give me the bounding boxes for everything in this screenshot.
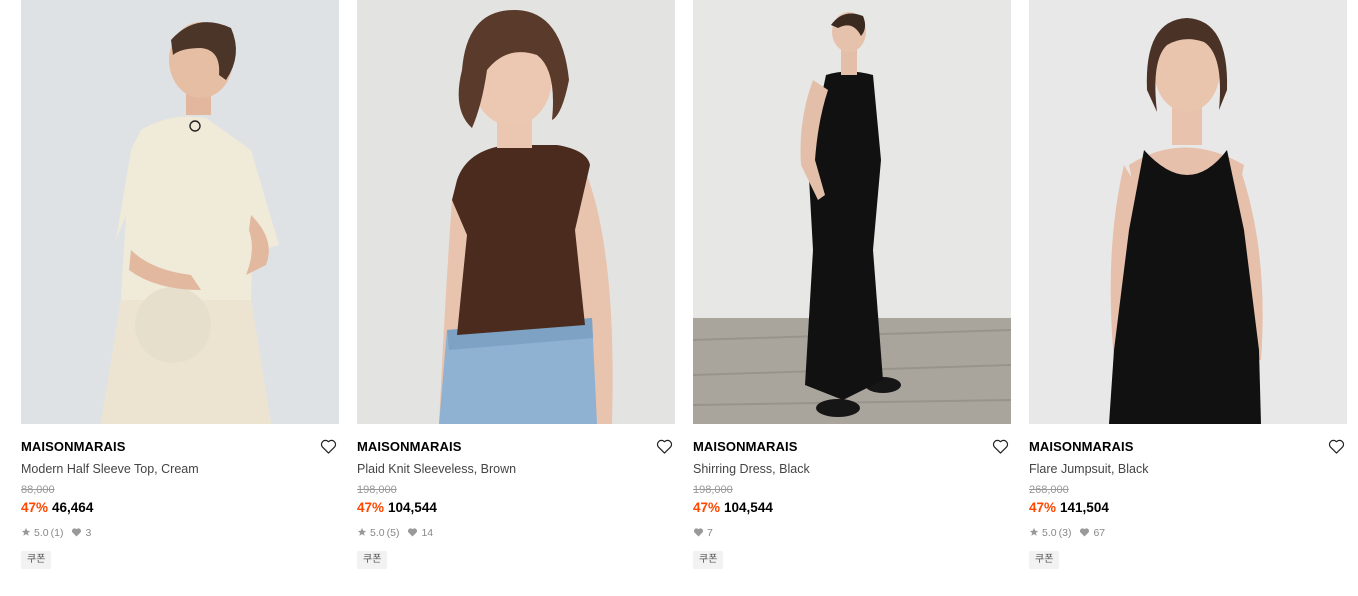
coupon-badge[interactable]: 쿠폰: [357, 551, 388, 569]
price-row: 47% 141,504: [1029, 499, 1347, 517]
product-meta: 5.0 (1) 3: [21, 526, 339, 540]
like-count: 67: [1093, 527, 1106, 539]
likes-group: 67: [1079, 527, 1105, 540]
like-count: 7: [707, 527, 713, 539]
like-count: 14: [421, 527, 434, 539]
rating-score: 5.0: [1042, 527, 1057, 539]
rating-group: 5.0 (1): [21, 527, 63, 540]
product-meta: 7: [693, 526, 1011, 540]
original-price: 198,000: [357, 484, 397, 496]
original-price: 198,000: [693, 484, 733, 496]
product-name[interactable]: Flare Jumpsuit, Black: [1029, 460, 1347, 478]
product-card: MAISONMARAIS Flare Jumpsuit, Black 268,0…: [1029, 0, 1347, 569]
original-price: 88,000: [21, 484, 55, 496]
product-image[interactable]: [357, 0, 675, 424]
rating-group: 5.0 (3): [1029, 527, 1071, 540]
discount-rate: 47%: [357, 500, 385, 515]
review-count: (1): [50, 527, 64, 539]
coupon-badge[interactable]: 쿠폰: [693, 551, 724, 569]
wishlist-heart-icon[interactable]: [991, 437, 1009, 455]
price-row: 47% 104,544: [357, 499, 675, 517]
coupon-badge[interactable]: 쿠폰: [21, 551, 52, 569]
product-card: MAISONMARAIS Modern Half Sleeve Top, Cre…: [21, 0, 339, 569]
rating-score: 5.0: [370, 527, 385, 539]
original-price: 268,000: [1029, 484, 1069, 496]
heart-filled-icon: [1079, 527, 1093, 540]
discount-rate: 47%: [693, 500, 721, 515]
like-count: 3: [85, 527, 92, 539]
sale-price: 141,504: [1060, 500, 1109, 515]
sale-price: 104,544: [724, 500, 773, 515]
discount-rate: 47%: [21, 500, 49, 515]
discount-rate: 47%: [1029, 500, 1057, 515]
star-icon: [21, 527, 34, 540]
brand-name[interactable]: MAISONMARAIS: [693, 439, 797, 454]
brand-name[interactable]: MAISONMARAIS: [357, 439, 461, 454]
product-card: MAISONMARAIS Plaid Knit Sleeveless, Brow…: [357, 0, 675, 569]
review-count: (5): [386, 527, 400, 539]
wishlist-heart-icon[interactable]: [319, 437, 337, 455]
star-icon: [1029, 527, 1042, 540]
likes-group: 3: [71, 527, 91, 540]
rating-score: 5.0: [34, 527, 49, 539]
coupon-badge[interactable]: 쿠폰: [1029, 551, 1060, 569]
wishlist-heart-icon[interactable]: [655, 437, 673, 455]
heart-filled-icon: [71, 527, 85, 540]
product-name[interactable]: Shirring Dress, Black: [693, 460, 1011, 478]
rating-group: 5.0 (5): [357, 527, 399, 540]
product-card: MAISONMARAIS Shirring Dress, Black 198,0…: [693, 0, 1011, 569]
star-icon: [357, 527, 370, 540]
product-meta: 5.0 (5) 14: [357, 526, 675, 540]
review-count: (3): [1058, 527, 1072, 539]
product-name[interactable]: Plaid Knit Sleeveless, Brown: [357, 460, 675, 478]
brand-name[interactable]: MAISONMARAIS: [1029, 439, 1133, 454]
likes-group: 7: [693, 527, 713, 540]
price-row: 47% 104,544: [693, 499, 1011, 517]
wishlist-heart-icon[interactable]: [1327, 437, 1345, 455]
product-name[interactable]: Modern Half Sleeve Top, Cream: [21, 460, 339, 478]
product-meta: 5.0 (3) 67: [1029, 526, 1347, 540]
price-row: 47% 46,464: [21, 499, 339, 517]
heart-filled-icon: [407, 527, 421, 540]
heart-filled-icon: [693, 527, 707, 540]
product-image[interactable]: [693, 0, 1011, 424]
likes-group: 14: [407, 527, 433, 540]
product-image[interactable]: [21, 0, 339, 424]
sale-price: 46,464: [52, 500, 94, 515]
brand-name[interactable]: MAISONMARAIS: [21, 439, 125, 454]
product-image[interactable]: [1029, 0, 1347, 424]
sale-price: 104,544: [388, 500, 437, 515]
product-grid: MAISONMARAIS Modern Half Sleeve Top, Cre…: [21, 0, 1347, 569]
